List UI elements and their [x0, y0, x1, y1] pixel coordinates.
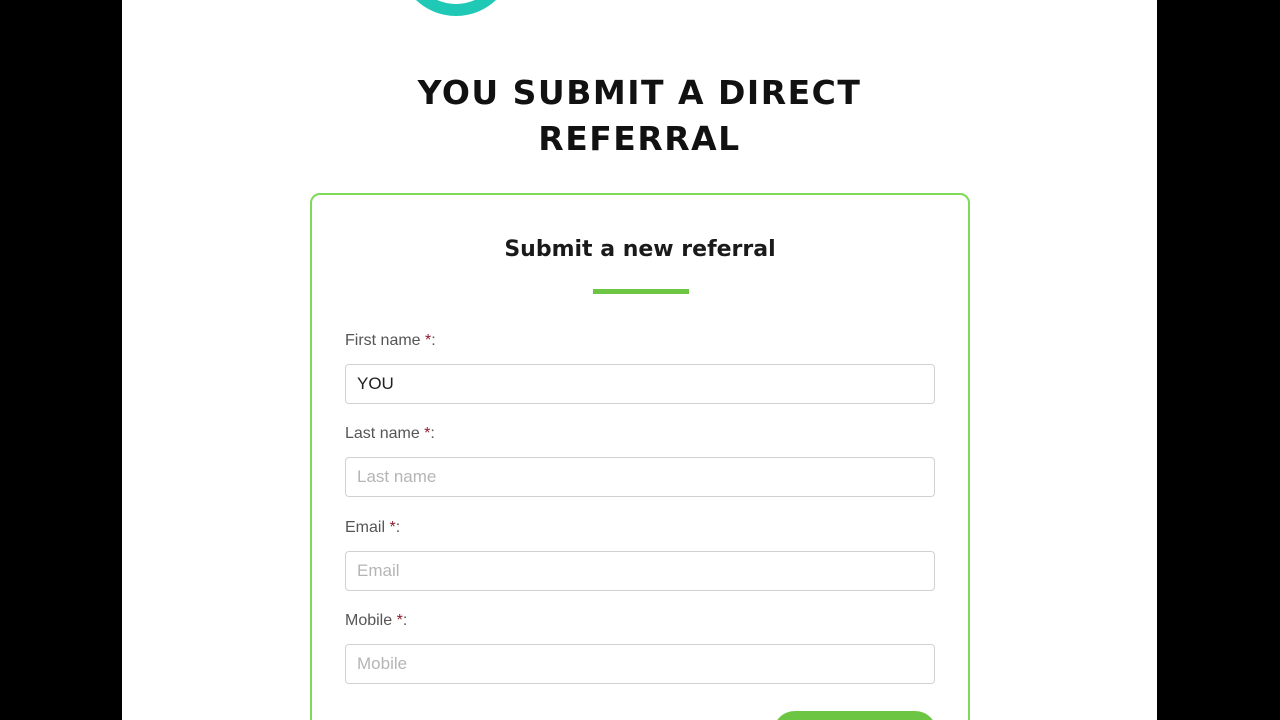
headline-line-2: REFERRAL — [538, 119, 741, 158]
required-marker: * — [396, 612, 403, 629]
headline-line-1: YOU SUBMIT A DIRECT — [417, 73, 862, 112]
page-headline: YOU SUBMIT A DIRECT REFERRAL — [122, 70, 1157, 162]
mobile-label-text: Mobile — [345, 612, 393, 629]
page: YOU SUBMIT A DIRECT REFERRAL Submit a ne… — [122, 0, 1157, 720]
required-marker: * — [424, 425, 431, 442]
submit-button[interactable] — [773, 711, 937, 720]
form-title: Submit a new referral — [504, 237, 776, 262]
mobile-input[interactable] — [345, 644, 935, 684]
email-input[interactable] — [345, 551, 935, 591]
referral-form-card: Submit a new referral First name *: Last… — [310, 193, 970, 720]
email-label: Email *: — [345, 519, 401, 536]
required-marker: * — [389, 519, 396, 536]
first-name-label: First name *: — [345, 332, 436, 349]
mobile-label: Mobile *: — [345, 612, 408, 629]
first-name-label-text: First name — [345, 332, 421, 349]
required-marker: * — [425, 332, 432, 349]
last-name-label: Last name *: — [345, 425, 435, 442]
logo-ring-icon — [398, 0, 514, 16]
email-label-text: Email — [345, 519, 386, 536]
last-name-label-text: Last name — [345, 425, 420, 442]
first-name-input[interactable] — [345, 364, 935, 404]
title-underline — [593, 289, 689, 294]
last-name-input[interactable] — [345, 457, 935, 497]
